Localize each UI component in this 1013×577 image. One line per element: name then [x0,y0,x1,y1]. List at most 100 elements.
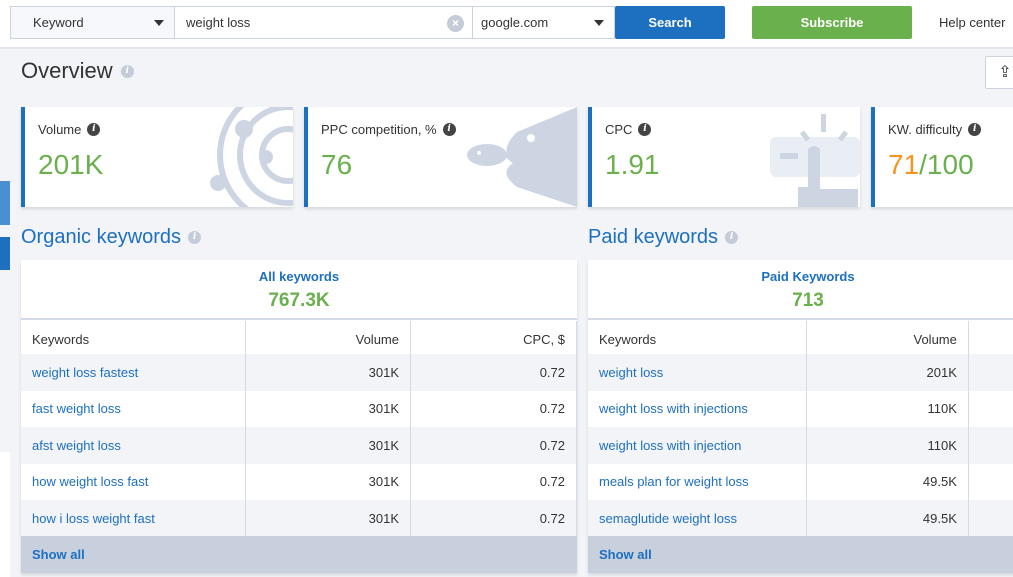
info-icon[interactable]: i [638,123,652,136]
info-icon[interactable]: i [725,231,739,244]
summary-label: Paid Keywords [761,269,855,284]
cell-value: 49.5K [807,463,969,500]
column-header [969,321,1013,358]
cell-value [969,464,1013,501]
card-label: CPC [605,122,633,137]
keyword-link[interactable]: afst weight loss [21,427,246,464]
search-type-select[interactable]: Keyword [10,6,175,39]
show-all-button[interactable]: Show all [588,536,1013,573]
engine-value: google.com [481,15,549,30]
kd-value: 71 [888,149,920,180]
paid-table: Paid Keywords 713 Keywords Volume weight lo… [588,260,1013,573]
table-header-row: Keywords Volume CPC, $ [21,321,577,358]
cell-value: 0.72 [411,500,577,537]
cell-value [969,500,1013,537]
cpc-card: CPC i 1.91 [588,107,860,207]
cell-value: 0.72 [411,390,577,427]
side-tab[interactable] [0,237,10,270]
table-row: weight loss 201K [588,354,1013,391]
side-panel [0,452,10,577]
card-label: PPC competition, % [321,122,437,137]
cell-value: 110K [807,427,969,464]
table-row: weight loss with injections 110K [588,390,1013,428]
search-query: weight loss [186,15,251,30]
help-center-link[interactable]: Help center [939,15,1005,30]
volume-value: 201K [38,149,104,180]
volume-card: Volume i 201K [21,107,293,207]
cell-value: 0.72 [411,463,577,500]
side-tab[interactable] [0,181,10,225]
info-icon[interactable]: i [87,123,101,136]
table-row: meals plan for weight loss 49.5K [588,463,1013,501]
keyword-link[interactable]: semaglutide weight loss [588,500,808,537]
cell-value [969,427,1013,464]
cell-value: 49.5K [807,500,969,537]
paid-header: Paid keywords i [588,226,739,249]
cell-value: 301K [246,500,411,537]
chevron-down-icon [154,20,164,26]
keyword-link[interactable]: how i loss weight fast [21,500,246,537]
section-title: Paid keywords [588,226,719,248]
keyword-link[interactable]: weight loss with injections [588,390,808,427]
kd-max: /100 [919,149,974,180]
search-input[interactable]: weight loss × [175,6,472,39]
column-header: Keywords [21,321,246,358]
cell-value: 110K [807,390,969,427]
click-icon [770,114,860,207]
fish-icon [467,107,577,207]
info-icon[interactable]: i [968,123,982,136]
column-header: CPC, $ [411,321,577,358]
cell-value [969,391,1013,428]
organic-table: All keywords 767.3K Keywords Volume CPC, $ w… [21,260,577,573]
table-header-row: Keywords Volume [588,321,1013,358]
column-header: Keywords [588,321,808,358]
cell-value: 301K [246,427,411,464]
card-label: Volume [38,122,82,137]
cell-value: 301K [246,463,411,500]
upload-icon: ⇪ [998,64,1012,81]
keyword-link[interactable]: fast weight loss [21,390,246,427]
table-row: fast weight loss 301K 0.72 [21,390,577,427]
chevron-down-icon [594,20,604,26]
cell-value [969,354,1013,391]
keyword-link[interactable]: meals plan for weight loss [588,463,808,500]
show-all-button[interactable]: Show all [21,536,577,573]
subscribe-button[interactable]: Subscribe [752,6,912,39]
engine-select[interactable]: google.com [472,6,615,39]
table-row: how i loss weight fast 301K 0.72 [21,500,577,537]
card-label: KW. difficulty [888,122,963,137]
cell-value: 301K [246,390,411,427]
ppc-competition-card: PPC competition, % i 76 [304,107,577,207]
keyword-link[interactable]: how weight loss fast [21,463,246,500]
column-header: Volume [807,321,969,358]
search-button[interactable]: Search [615,6,725,39]
column-header: Volume [246,321,411,358]
section-title: Organic keywords [21,226,182,248]
table-row: afst weight loss 301K 0.72 [21,427,577,464]
cell-value: 301K [246,354,411,391]
info-icon[interactable]: i [188,231,202,244]
summary-value: 713 [792,290,824,311]
overview-header: Overview i [21,58,134,84]
table-row: weight loss with injection 110K [588,427,1013,464]
table-row: semaglutide weight loss 49.5K [588,500,1013,537]
organic-header: Organic keywords i [21,226,202,249]
table-row: weight loss fastest 301K 0.72 [21,354,577,391]
export-button[interactable]: ⇪ [985,56,1013,89]
summary-value: 767.3K [268,290,330,311]
cell-value: 0.72 [411,354,577,391]
cell-value: 0.72 [411,427,577,464]
keyword-link[interactable]: weight loss [588,354,808,391]
info-icon[interactable]: i [442,123,456,136]
orbit-icon [210,107,293,207]
search-type-value: Keyword [33,15,84,30]
table-row: how weight loss fast 301K 0.72 [21,463,577,500]
cpc-value: 1.91 [605,149,660,180]
ppc-value: 76 [321,149,353,180]
summary-label: All keywords [258,269,340,284]
kw-difficulty-card: KW. difficulty i 71/100 [871,107,1013,207]
keyword-link[interactable]: weight loss fastest [21,354,246,391]
clear-icon[interactable]: × [447,15,464,32]
keyword-link[interactable]: weight loss with injection [588,427,808,464]
info-icon[interactable]: i [120,64,134,78]
